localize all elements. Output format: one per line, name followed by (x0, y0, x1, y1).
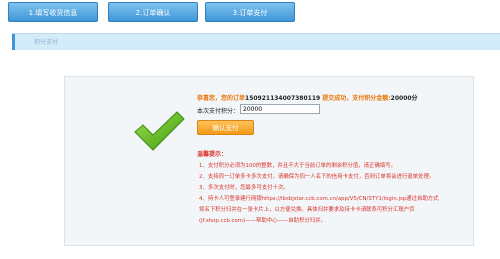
checkmark-icon (134, 111, 185, 151)
points-amount: 20000分 (390, 95, 418, 102)
tip-item: (jf.shop.ccb.com)——帮助中心——自助积分归并。 (199, 218, 327, 224)
checkout-steps: 1.填写收货信息 2.订单确认 3.订单支付 (0, 0, 500, 30)
status-success: 提交成功，支付积分金额: (322, 95, 391, 102)
tips-list: 1、支付积分必须为100的整数，并且不大于当前订单的剩余积分值，请正确填写。 2… (199, 161, 469, 227)
confirm-payment-button[interactable]: 确认支付 (197, 120, 254, 135)
pay-points-label: 本次支付积分： (197, 108, 240, 115)
section-header: 积分支付 (12, 33, 500, 50)
tip-item: 将名下积分归并在一张卡片上，以方便兑换。具体归并要求及持卡卡请联系可积分汇账户页 (199, 207, 415, 213)
tip-item: 3、多次支付时，您最多可支付十次。 (199, 185, 289, 191)
step-order-payment[interactable]: 3.订单支付 (205, 2, 295, 22)
tip-item: 2、支持同一订单多卡多次支付，请确保为同一人名下的信用卡支付，否则订单将会进行退… (199, 174, 435, 180)
step-fill-address[interactable]: 1.填写收货信息 (8, 2, 98, 22)
tip-item: 4、持卡人可登录建行网银https://ibsbjstar.ccb.com.cn… (199, 196, 439, 202)
tip-item: 1、支付积分必须为100的整数，并且不大于当前订单的剩余积分值，请正确填写。 (199, 163, 397, 169)
points-input[interactable] (240, 104, 320, 114)
payment-panel: 恭喜您，您的订单1509211340073801​19 提交成功，支付积分金额:… (64, 76, 474, 246)
step-order-confirm[interactable]: 2.订单确认 (108, 2, 198, 22)
section-accent (12, 34, 15, 50)
section-title: 积分支付 (34, 39, 59, 46)
order-number: 1509211340073801​19 (245, 95, 321, 102)
order-status: 恭喜您，您的订单1509211340073801​19 提交成功，支付积分金额:… (197, 93, 418, 102)
tips-title: 温馨提示： (197, 151, 228, 158)
status-greeting: 恭喜您，您的订单 (197, 95, 246, 102)
